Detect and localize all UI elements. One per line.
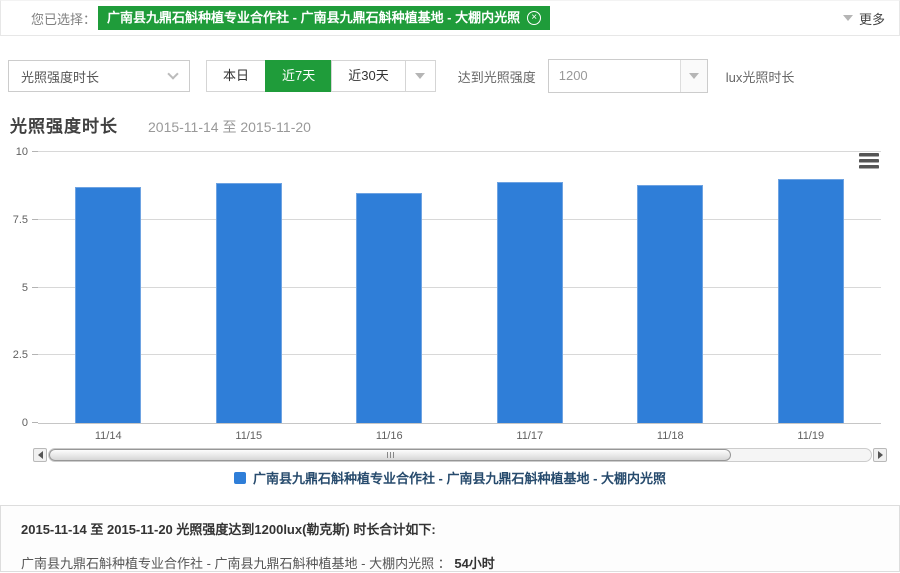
- chevron-down-icon: [843, 15, 853, 21]
- scrollbar-track[interactable]: [48, 448, 872, 462]
- gridline: [38, 354, 881, 355]
- axis-tick: [32, 422, 38, 423]
- bar-11/15: [216, 183, 282, 423]
- selected-filter-text: 广南县九鼎石斛种植专业合作社 - 广南县九鼎石斛种植基地 - 大棚内光照: [107, 10, 520, 26]
- threshold-label: 达到光照强度: [458, 67, 536, 86]
- bar-11/16: [356, 193, 422, 423]
- axis-tick: [32, 354, 38, 355]
- y-axis-label: 2.5: [13, 349, 28, 361]
- x-axis-label: 11/18: [657, 430, 684, 442]
- arrow-right-icon: [878, 451, 883, 459]
- bar-11/19: [778, 179, 844, 423]
- remove-tag-icon[interactable]: ×: [527, 11, 541, 25]
- x-axis-label: 11/15: [235, 430, 262, 442]
- grip-icon: [390, 452, 391, 458]
- grip-icon: [387, 452, 388, 458]
- range-more-button[interactable]: [405, 61, 435, 91]
- axis-tick: [32, 219, 38, 220]
- chart-header: 光照强度时长 2015-11-14 至 2015-11-20: [10, 112, 311, 137]
- legend-label: 广南县九鼎石斛种植专业合作社 - 广南县九鼎石斛种植基地 - 大棚内光照: [253, 468, 666, 487]
- gridline: [38, 151, 881, 152]
- selection-label: 您已选择：: [31, 9, 96, 28]
- axis-tick: [32, 287, 38, 288]
- metric-select-value: 光照强度时长: [21, 67, 99, 86]
- scrollbar-thumb[interactable]: [49, 449, 731, 461]
- summary-title: 2015-11-14 至 2015-11-20 光照强度达到1200lux(勒克…: [21, 519, 879, 538]
- threshold-suffix: lux光照时长: [726, 67, 795, 86]
- chevron-down-icon: [689, 73, 699, 79]
- legend-item[interactable]: 广南县九鼎石斛种植专业合作社 - 广南县九鼎石斛种植基地 - 大棚内光照: [234, 468, 666, 487]
- chart-legend: 广南县九鼎石斛种植专业合作社 - 广南县九鼎石斛种植基地 - 大棚内光照: [0, 468, 900, 487]
- hamburger-icon: [859, 153, 879, 157]
- date-range-group: 本日 近7天 近30天: [206, 60, 436, 92]
- hamburger-icon: [859, 165, 879, 169]
- summary-row: 广南县九鼎石斛种植专业合作社 - 广南县九鼎石斛种植基地 - 大棚内光照 ： 5…: [21, 553, 879, 572]
- threshold-dropdown-button[interactable]: [680, 60, 707, 92]
- scrollbar-right-button[interactable]: [873, 448, 887, 462]
- chart-date-range: 2015-11-14 至 2015-11-20: [148, 117, 311, 137]
- bar-11/18: [637, 185, 703, 423]
- selected-filter-tag: 广南县九鼎石斛种植专业合作社 - 广南县九鼎石斛种植基地 - 大棚内光照 ×: [98, 6, 550, 30]
- axis-tick: [32, 151, 38, 152]
- more-toggle[interactable]: 更多: [843, 9, 885, 28]
- summary-row-label: 广南县九鼎石斛种植专业合作社 - 广南县九鼎石斛种植基地 - 大棚内光照 ：: [21, 556, 451, 571]
- y-axis-label: 5: [22, 282, 28, 294]
- metric-select[interactable]: 光照强度时长: [8, 60, 190, 92]
- summary-row-value: 54小时: [454, 556, 494, 571]
- legend-swatch: [234, 472, 246, 484]
- more-label: 更多: [859, 9, 885, 28]
- filter-row: 光照强度时长 本日 近7天 近30天 达到光照强度 1200 lux光照时长: [8, 58, 892, 94]
- gridline: [38, 287, 881, 288]
- gridline: [38, 219, 881, 220]
- bar-11/17: [497, 182, 563, 423]
- bar-11/14: [75, 187, 141, 423]
- chevron-down-icon: [167, 68, 178, 79]
- y-axis-label: 10: [16, 146, 28, 158]
- x-axis-label: 11/19: [797, 430, 824, 442]
- arrow-left-icon: [38, 451, 43, 459]
- y-axis-label: 0: [22, 417, 28, 429]
- x-axis-label: 11/16: [376, 430, 403, 442]
- range-button-30days[interactable]: 近30天: [331, 61, 404, 91]
- grip-icon: [393, 452, 394, 458]
- selection-bar: 您已选择： 广南县九鼎石斛种植专业合作社 - 广南县九鼎石斛种植基地 - 大棚内…: [0, 0, 900, 36]
- summary-panel: 2015-11-14 至 2015-11-20 光照强度达到1200lux(勒克…: [0, 505, 900, 572]
- threshold-combobox: 1200: [548, 59, 708, 93]
- bar-chart-plot: 02.557.51011/1411/1511/1611/1711/1811/19: [38, 152, 881, 424]
- scrollbar-left-button[interactable]: [33, 448, 47, 462]
- chart-title: 光照强度时长: [10, 112, 118, 137]
- range-button-7days[interactable]: 近7天: [265, 60, 331, 92]
- chevron-down-icon: [415, 73, 425, 79]
- chart-menu-button[interactable]: [859, 151, 883, 171]
- y-axis-label: 7.5: [13, 214, 28, 226]
- hamburger-icon: [859, 159, 879, 163]
- range-button-today[interactable]: 本日: [207, 61, 265, 91]
- x-axis-label: 11/17: [516, 430, 543, 442]
- threshold-input[interactable]: 1200: [549, 60, 680, 92]
- chart-scrollbar: [33, 448, 887, 462]
- x-axis-label: 11/14: [95, 430, 122, 442]
